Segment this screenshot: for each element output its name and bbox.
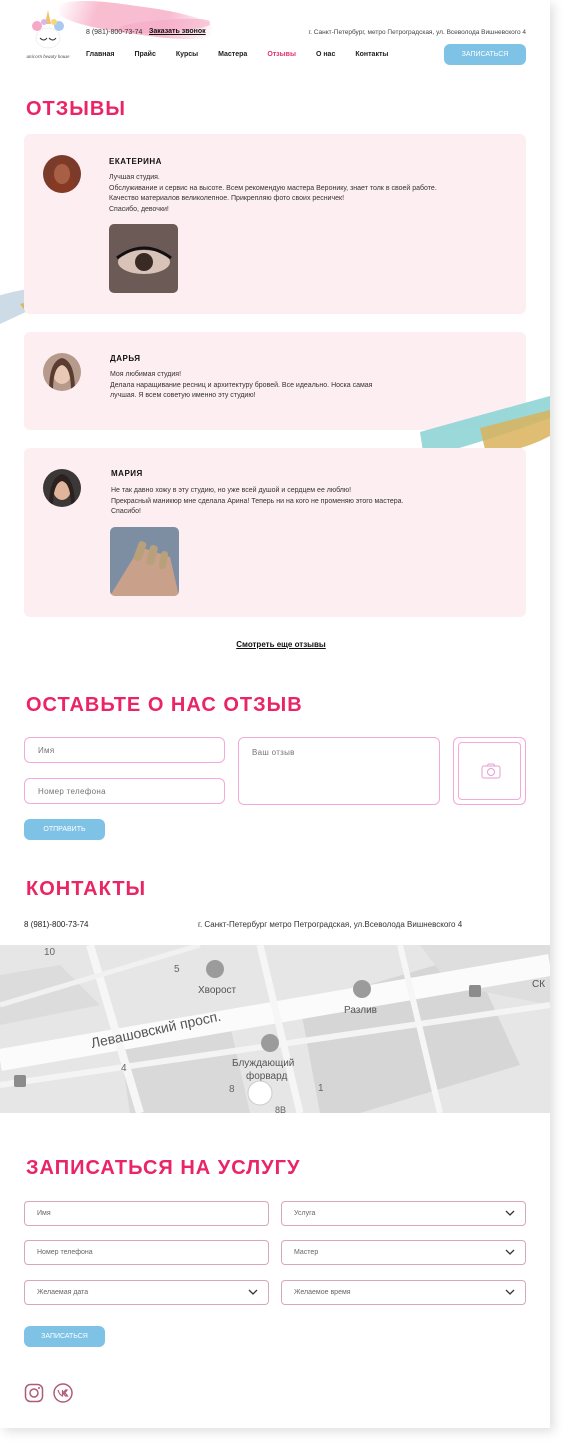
avatar: [43, 353, 81, 391]
instagram-icon[interactable]: [24, 1383, 44, 1403]
avatar: [43, 469, 81, 507]
more-reviews-link[interactable]: Смотреть еще отзывы: [0, 640, 550, 649]
review-text: Моя любимая студия! Делала наращивание р…: [110, 371, 373, 399]
map-label: 1: [318, 1083, 324, 1094]
chevron-down-icon: [505, 1249, 515, 1255]
review-name-input[interactable]: [24, 737, 225, 763]
booking-phone-input[interactable]: Номер телефона: [24, 1240, 269, 1265]
review-form-title: ОСТАВЬТЕ О НАС ОТЗЫВ: [26, 694, 303, 716]
review-text: Не так давно хожу в эту студию, но уже в…: [111, 487, 404, 515]
map-label: Хворост: [198, 985, 237, 996]
photo-upload[interactable]: [453, 737, 526, 805]
map-label: 8В: [275, 1105, 286, 1113]
nav-reviews[interactable]: Отзывы: [267, 51, 296, 58]
chevron-down-icon: [505, 1210, 515, 1216]
page: unicorn beauty house 8 (981)-800-73-74 З…: [0, 0, 550, 1428]
reviews-title: ОТЗЫВЫ: [26, 98, 126, 120]
review-card: МАРИЯ Не так давно хожу в эту студию, но…: [24, 448, 526, 617]
booking-title: ЗАПИСАТЬСЯ НА УСЛУГУ: [26, 1157, 301, 1179]
logo[interactable]: unicorn beauty house: [24, 8, 72, 68]
review-text-input[interactable]: [238, 737, 440, 805]
header-book-button[interactable]: ЗАПИСАТЬСЯ: [444, 44, 526, 65]
map-label: 5: [174, 964, 180, 975]
booking-date-select[interactable]: Желаемая дата: [24, 1280, 269, 1305]
nav-home[interactable]: Главная: [86, 51, 114, 58]
vk-icon[interactable]: [53, 1383, 73, 1403]
contacts-address: г. Санкт-Петербург метро Петроградская, …: [198, 920, 463, 929]
chevron-down-icon: [505, 1289, 515, 1295]
contacts-title: КОНТАКТЫ: [26, 878, 147, 900]
map-label: Блуждающий: [232, 1058, 294, 1069]
nav-prices[interactable]: Прайс: [134, 51, 155, 58]
reviewer-name: МАРИЯ: [111, 469, 143, 478]
nav-about[interactable]: О нас: [316, 51, 335, 58]
review-photo[interactable]: [110, 527, 179, 596]
logo-text: unicorn beauty house: [26, 55, 70, 60]
main-nav: Главная Прайс Курсы Мастера Отзывы О нас…: [86, 51, 408, 58]
map[interactable]: Левашовский просп. Хворост Разлив Блужда…: [0, 945, 550, 1113]
reviewer-name: ДАРЬЯ: [110, 354, 141, 363]
header-address: г. Санкт-Петербург, метро Петроградская,…: [308, 29, 526, 36]
header-phone[interactable]: 8 (981)-800-73-74: [86, 29, 142, 36]
booking-time-select[interactable]: Желаемое время: [281, 1280, 526, 1305]
map-label: 10: [44, 947, 56, 958]
booking-submit-button[interactable]: ЗАПИСАТЬСЯ: [24, 1326, 105, 1347]
map-label: 4: [121, 1063, 127, 1074]
nav-contacts[interactable]: Контакты: [355, 51, 388, 58]
map-label: форвард: [246, 1070, 287, 1082]
nav-masters[interactable]: Мастера: [218, 51, 247, 58]
booking-service-select[interactable]: Услуга: [281, 1201, 526, 1226]
chevron-down-icon: [248, 1289, 258, 1295]
callback-link[interactable]: Заказать звонок: [149, 28, 206, 35]
booking-master-select[interactable]: Мастер: [281, 1240, 526, 1265]
review-photo[interactable]: [109, 224, 178, 293]
camera-icon: [481, 763, 501, 779]
review-phone-input[interactable]: [24, 778, 225, 804]
avatar: [43, 155, 81, 193]
map-label: 8: [229, 1084, 235, 1095]
reviewer-name: ЕКАТЕРИНА: [109, 157, 162, 166]
contacts-phone[interactable]: 8 (981)-800-73-74: [24, 920, 88, 929]
review-card: ЕКАТЕРИНА Лучшая студия. Обслуживание и …: [24, 134, 526, 314]
nav-courses[interactable]: Курсы: [176, 51, 198, 58]
send-review-button[interactable]: ОТПРАВИТЬ: [24, 819, 105, 840]
booking-name-input[interactable]: Имя: [24, 1201, 269, 1226]
map-label: Разлив: [344, 1005, 377, 1016]
map-label: СК: [532, 979, 545, 990]
review-text: Лучшая студия. Обслуживание и сервис на …: [109, 174, 437, 213]
